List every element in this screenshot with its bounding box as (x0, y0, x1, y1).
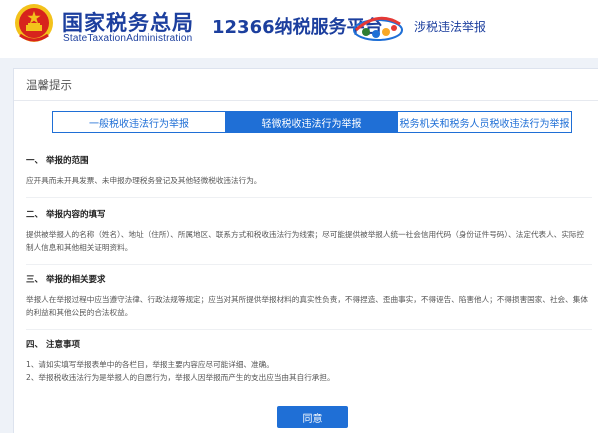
site-header: 国家税务总局 StateTaxationAdministration 12366… (0, 0, 598, 58)
divider (26, 197, 592, 198)
divider (14, 100, 598, 101)
tab-tax-official-report[interactable]: 税务机关和税务人员税收违法行为举报 (398, 111, 572, 133)
section-heading: 二、 举报内容的填写 (26, 210, 106, 220)
platform-logo-icon (353, 16, 403, 41)
tab-minor-report[interactable]: 轻微税收违法行为举报 (226, 111, 398, 133)
national-emblem-icon (15, 4, 53, 42)
divider (26, 264, 592, 265)
section-text: 1、请如实填写举报表单中的各栏目，举报主要内容应尽可能详细、准确。 (26, 360, 274, 369)
header-tag: 涉税违法举报 (414, 20, 487, 34)
section-body: 应开具而未开具发票、未申报办理税务登记及其他轻微税收违法行为。 (26, 174, 591, 187)
section-scope: 一、 举报的范围 应开具而未开具发票、未申报办理税务登记及其他轻微税收违法行为。 (26, 155, 591, 187)
section-body: 1、请如实填写举报表单中的各栏目，举报主要内容应尽可能详细、准确。 2、举报税收… (26, 358, 591, 384)
section-heading: 四、 注意事项 (26, 340, 80, 350)
brand-name-english: StateTaxationAdministration (63, 33, 193, 44)
notice-panel: 温馨提示 一般税收违法行为举报 轻微税收违法行为举报 税务机关和税务人员税收违法… (13, 68, 598, 433)
section-notes: 四、 注意事项 1、请如实填写举报表单中的各栏目，举报主要内容应尽可能详细、准确… (26, 339, 591, 384)
section-requirements: 三、 举报的相关要求 举报人在举报过程中应当遵守法律、行政法规等规定；应当对其所… (26, 274, 591, 319)
section-text: 应开具而未开具发票、未申报办理税务登记及其他轻微税收违法行为。 (26, 176, 262, 185)
panel-title: 温馨提示 (26, 78, 72, 92)
agree-button[interactable]: 同意 (277, 406, 348, 428)
section-body: 提供被举报人的名称（姓名）、地址（住所）、所属地区、联系方式和税收违法行为线索；… (26, 228, 591, 254)
section-text: 提供被举报人的名称（姓名）、地址（住所）、所属地区、联系方式和税收违法行为线索；… (26, 230, 585, 252)
section-text: 2、举报税收违法行为是举报人的自愿行为，举报人因举报而产生的支出应当由其自行承担… (26, 373, 335, 382)
section-body: 举报人在举报过程中应当遵守法律、行政法规等规定；应当对其所提供举报材料的真实性负… (26, 293, 591, 319)
divider (26, 329, 592, 330)
section-text: 举报人在举报过程中应当遵守法律、行政法规等规定；应当对其所提供举报材料的真实性负… (26, 295, 588, 317)
section-heading: 三、 举报的相关要求 (26, 275, 106, 285)
report-type-tabs: 一般税收违法行为举报 轻微税收违法行为举报 税务机关和税务人员税收违法行为举报 (52, 111, 572, 133)
section-content: 二、 举报内容的填写 提供被举报人的名称（姓名）、地址（住所）、所属地区、联系方… (26, 209, 591, 254)
section-heading: 一、 举报的范围 (26, 156, 89, 166)
tab-general-report[interactable]: 一般税收违法行为举报 (52, 111, 226, 133)
